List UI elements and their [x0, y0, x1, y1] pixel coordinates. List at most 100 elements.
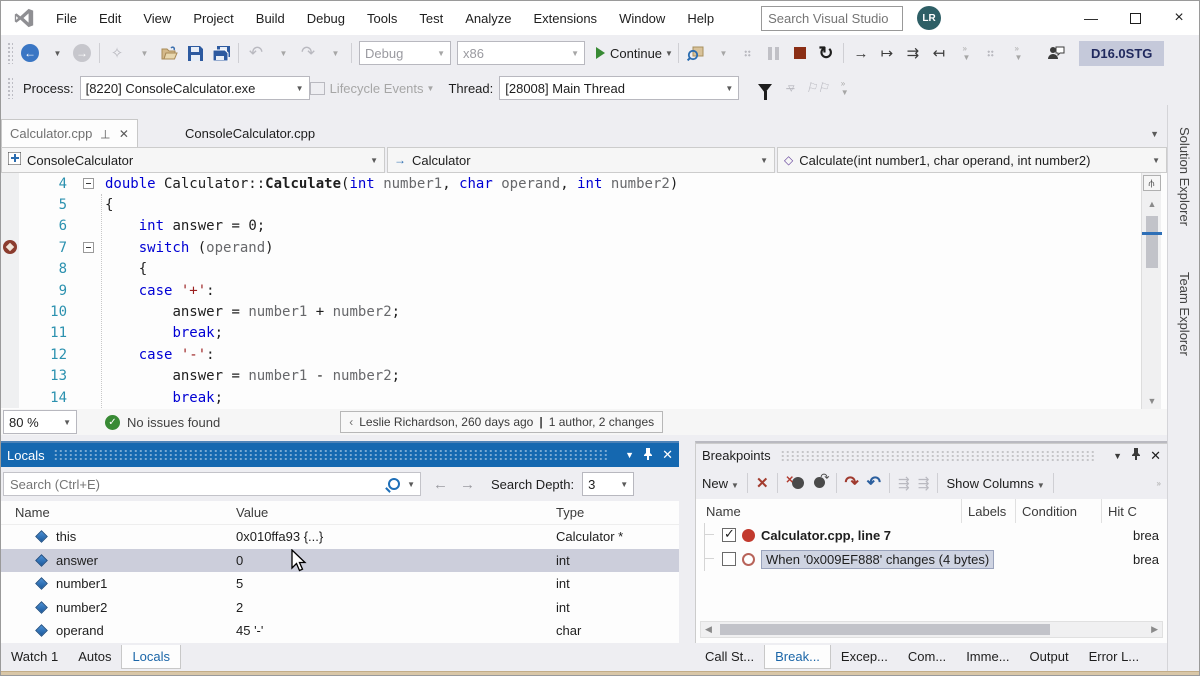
breakpoint-margin[interactable] [1, 194, 19, 215]
menu-item-extensions[interactable]: Extensions [522, 5, 608, 32]
menu-item-edit[interactable]: Edit [88, 5, 132, 32]
breakpoints-title-bar[interactable]: Breakpoints ▼ ✕ [696, 443, 1167, 467]
locals-row-this[interactable]: this0x010ffa93 {...}Calculator * [1, 525, 679, 549]
experiment-badge[interactable]: D16.0STG [1079, 41, 1164, 66]
search-visual-studio-input[interactable] [761, 6, 903, 31]
fold-collapse-icon[interactable] [71, 242, 105, 253]
locals-row-number2[interactable]: number22int [1, 596, 679, 620]
breakpoint-margin[interactable] [1, 280, 19, 301]
export-breakpoints-icon[interactable]: ↷ [845, 473, 859, 493]
tab-break[interactable]: Break... [764, 645, 831, 669]
redo-dropdown[interactable]: ▼ [322, 41, 346, 65]
new-file-dropdown[interactable]: ▼ [131, 41, 155, 65]
menu-item-analyze[interactable]: Analyze [454, 5, 522, 32]
menu-item-build[interactable]: Build [245, 5, 296, 32]
attach-to-process-icon[interactable] [684, 41, 708, 65]
stop-icon[interactable] [788, 41, 812, 65]
show-columns-dropdown[interactable]: Show Columns▼ [946, 476, 1044, 491]
locals-search-input[interactable] [4, 477, 388, 492]
new-breakpoint-button[interactable]: New▼ [702, 476, 739, 491]
side-tab-solution-explorer[interactable]: Solution Explorer [1177, 113, 1192, 240]
pin-icon[interactable] [643, 448, 653, 463]
code-line-13[interactable]: 13 answer = number1 - number2; [1, 366, 1167, 387]
save-icon[interactable] [183, 41, 207, 65]
show-next-statement-icon[interactable]: → [849, 41, 873, 65]
splitter-handle-icon[interactable]: ⫛ [1143, 175, 1161, 191]
navigate-back-dropdown[interactable]: ▼ [44, 41, 68, 65]
minimize-button[interactable]: — [1069, 3, 1113, 33]
import-breakpoints-icon[interactable]: ↶ [867, 473, 881, 493]
navigate-forward-button[interactable]: → [70, 41, 94, 65]
breakpoint-margin[interactable] [1, 366, 19, 387]
breakpoint-margin[interactable] [1, 216, 19, 237]
open-file-icon[interactable] [157, 41, 181, 65]
locals-title-bar[interactable]: Locals ▼ ✕ [1, 443, 679, 467]
breakpoint-margin[interactable] [1, 344, 19, 365]
zoom-dropdown[interactable]: 80 %▼ [3, 410, 77, 434]
toolbar-options-grip[interactable] [736, 41, 760, 65]
tab-locals[interactable]: Locals [121, 645, 181, 669]
menu-item-help[interactable]: Help [676, 5, 725, 32]
codelens-indicator[interactable]: ‹ Leslie Richardson, 260 days ago | 1 au… [340, 411, 663, 433]
close-panel-icon[interactable]: ✕ [662, 447, 673, 463]
locals-row-number1[interactable]: number15int [1, 572, 679, 596]
menu-item-project[interactable]: Project [182, 5, 244, 32]
new-file-icon[interactable]: ✧ [105, 41, 129, 65]
window-position-dropdown-icon[interactable]: ▼ [625, 450, 634, 460]
type-dropdown[interactable]: → Calculator▼ [387, 147, 775, 173]
scroll-right-icon[interactable]: ▶ [1151, 624, 1158, 635]
code-line-4[interactable]: 4double Calculator::Calculate(int number… [1, 173, 1167, 194]
code-line-11[interactable]: 11 break; [1, 323, 1167, 344]
breakpoint-margin[interactable] [1, 259, 19, 280]
member-dropdown[interactable]: ◇ Calculate(int number1, char operand, i… [777, 147, 1167, 173]
menu-item-window[interactable]: Window [608, 5, 676, 32]
tab-output[interactable]: Output [1020, 645, 1079, 668]
close-button[interactable]: × [1157, 3, 1200, 33]
maximize-button[interactable] [1113, 3, 1157, 33]
code-line-9[interactable]: 9 case '+': [1, 280, 1167, 301]
breakpoint-row[interactable]: Calculator.cpp, line 7brea [696, 523, 1167, 547]
code-line-12[interactable]: 12 case '-': [1, 344, 1167, 365]
tab-autos[interactable]: Autos [68, 645, 121, 668]
redo-icon[interactable]: ↷ [296, 41, 320, 65]
code-line-5[interactable]: 5{ [1, 194, 1167, 215]
tab-com[interactable]: Com... [898, 645, 956, 668]
delete-breakpoint-icon[interactable]: ✕ [756, 474, 769, 492]
disable-all-breakpoints-icon[interactable]: ✕ [786, 475, 806, 491]
fold-collapse-icon[interactable] [71, 178, 105, 189]
breakpoint-margin[interactable] [1, 323, 19, 344]
tab-error-l[interactable]: Error L... [1079, 645, 1150, 668]
doc-tab-calculator.cpp[interactable]: Calculator.cpp⊤✕ [1, 119, 138, 147]
toggle-breakpoints-icon[interactable]: ↷ [812, 475, 828, 491]
code-editor[interactable]: 4double Calculator::Calculate(int number… [1, 173, 1167, 409]
breakpoint-checkbox[interactable] [722, 552, 736, 566]
locals-search-box[interactable]: ▼ [3, 472, 421, 496]
close-panel-icon[interactable]: ✕ [1150, 448, 1161, 464]
scrollbar-thumb[interactable] [720, 624, 1050, 635]
menu-item-view[interactable]: View [132, 5, 182, 32]
document-list-dropdown-icon[interactable]: ▼ [1150, 129, 1159, 139]
horizontal-scrollbar[interactable]: ◀ ▶ [700, 621, 1163, 638]
attach-dropdown[interactable]: ▼ [710, 41, 734, 65]
window-position-dropdown-icon[interactable]: ▼ [1113, 451, 1122, 461]
process-dropdown[interactable]: [8220] ConsoleCalculator.exe▼ [80, 76, 310, 100]
restart-icon[interactable]: ↻ [814, 41, 838, 65]
navigate-back-button[interactable]: ← [18, 41, 42, 65]
locals-column-headers[interactable]: Name Value Type [1, 501, 679, 525]
scroll-down-icon[interactable]: ▼ [1142, 392, 1162, 409]
locals-row-answer[interactable]: answer0int [1, 549, 679, 573]
search-depth-dropdown[interactable]: 3▼ [582, 472, 634, 496]
tab-call-st[interactable]: Call St... [695, 645, 764, 668]
breakpoint-row[interactable]: When '0x009EF888' changes (4 bytes)brea [696, 547, 1167, 571]
pin-icon[interactable] [1131, 448, 1141, 463]
step-over-icon[interactable]: ⇉ [901, 41, 925, 65]
code-line-8[interactable]: 8 { [1, 259, 1167, 280]
save-all-icon[interactable] [209, 41, 233, 65]
continue-button[interactable]: Continue▼ [596, 41, 673, 65]
step-options-dropdown[interactable]: »▼ [953, 41, 977, 65]
menu-item-test[interactable]: Test [408, 5, 454, 32]
scroll-left-icon[interactable]: ◀ [705, 624, 712, 635]
locals-row-operand[interactable]: operand45 '-'char [1, 619, 679, 643]
filter-threads-icon[interactable] [753, 76, 777, 100]
thread-dropdown[interactable]: [28008] Main Thread▼ [499, 76, 739, 100]
